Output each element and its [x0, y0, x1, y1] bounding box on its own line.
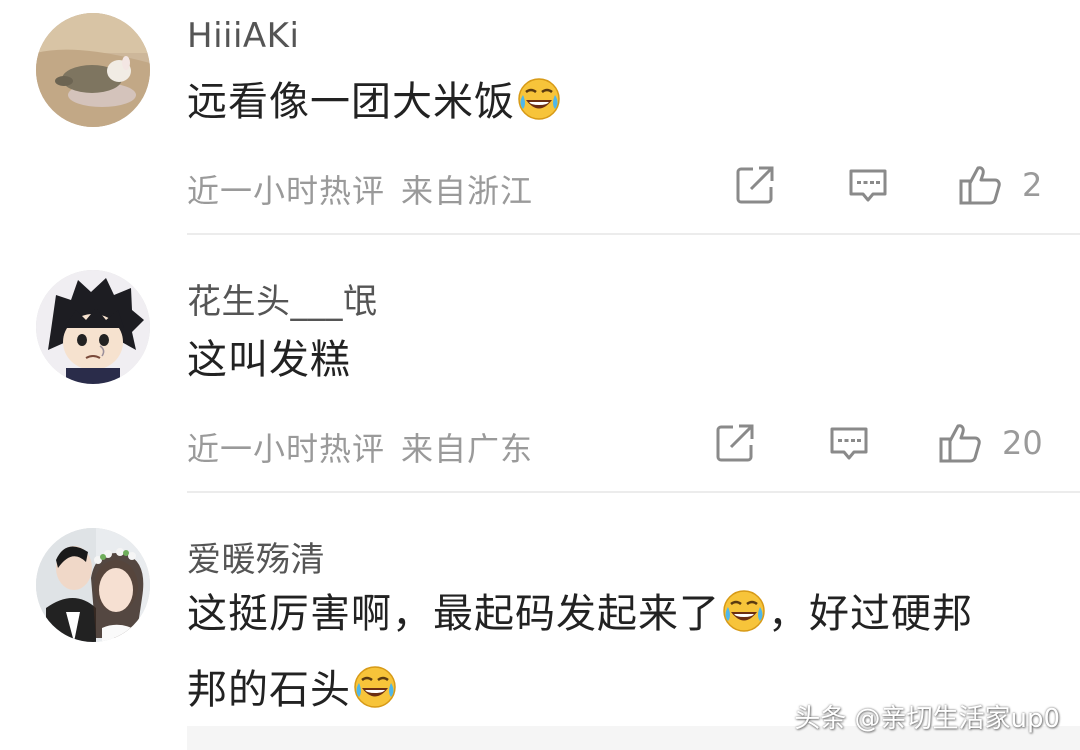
comment-text-content: 远看像一团大米饭 [187, 79, 515, 125]
comment-text-content: ，好过硬邦 [768, 591, 973, 637]
thumbs-up-icon[interactable] [958, 163, 1002, 207]
watermark: 头条 @亲切生活家up0 [794, 704, 1060, 734]
tears-of-joy-emoji-icon [353, 665, 397, 709]
username[interactable]: 花生头___氓 [187, 274, 378, 323]
like-count: 20 [1002, 424, 1043, 462]
comment-icon[interactable] [846, 163, 890, 207]
tears-of-joy-emoji-icon [517, 77, 561, 121]
comment-time: 近一小时热评 [187, 172, 386, 210]
share-icon[interactable] [733, 163, 777, 207]
share-icon[interactable] [713, 421, 757, 465]
comment-location: 来自广东 [401, 430, 534, 468]
divider [187, 491, 1080, 493]
tears-of-joy-emoji-icon [722, 589, 766, 633]
avatar[interactable] [36, 528, 150, 642]
like-count: 2 [1022, 166, 1043, 204]
username[interactable]: 爱暖殇清 [187, 532, 325, 581]
comment-meta: 近一小时热评 来自广东 [187, 424, 533, 470]
username[interactable]: HiiiAKi [187, 16, 299, 56]
avatar[interactable] [36, 270, 150, 384]
comment-meta: 近一小时热评 来自浙江 [187, 166, 533, 212]
comment-text: 这叫发糕 [187, 322, 1044, 398]
comment-time: 近一小时热评 [187, 430, 386, 468]
comment-text-content: 这叫发糕 [187, 337, 351, 383]
divider [187, 233, 1080, 235]
comment-icon[interactable] [827, 421, 871, 465]
avatar[interactable] [36, 13, 150, 127]
thumbs-up-icon[interactable] [938, 421, 982, 465]
comment-text: 远看像一团大米饭 [187, 64, 1044, 140]
comment-text-content: 这挺厉害啊，最起码发起来了 [187, 591, 720, 637]
comment-location: 来自浙江 [401, 172, 534, 210]
comment-text-content: 邦的石头 [187, 667, 351, 713]
